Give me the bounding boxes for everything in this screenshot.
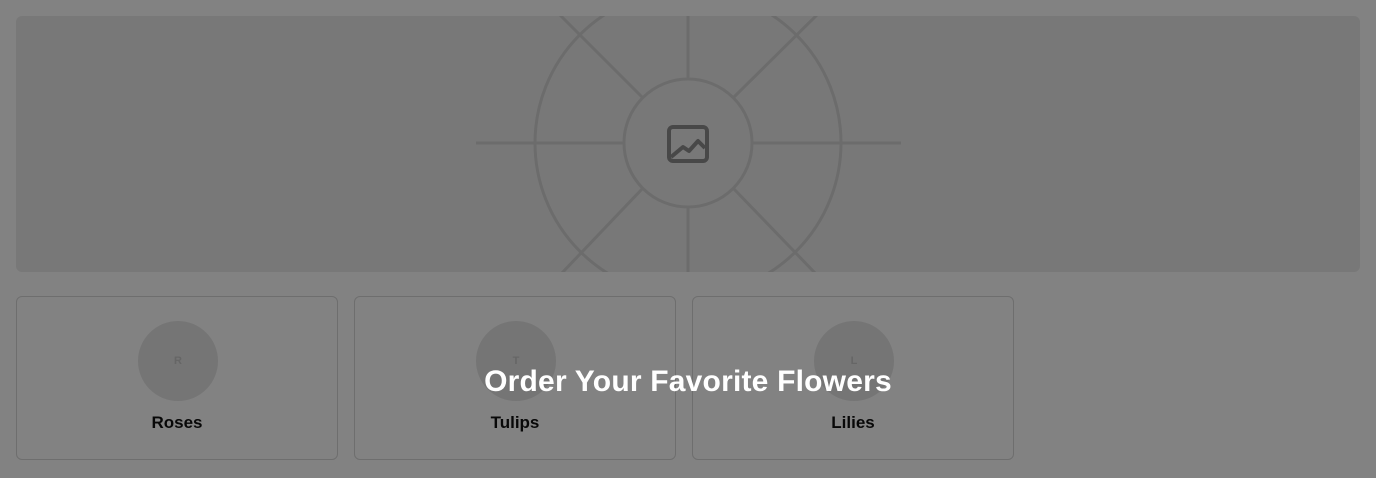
- modal-overlay[interactable]: [0, 0, 1376, 478]
- overlay-title: Order Your Favorite Flowers: [484, 365, 892, 398]
